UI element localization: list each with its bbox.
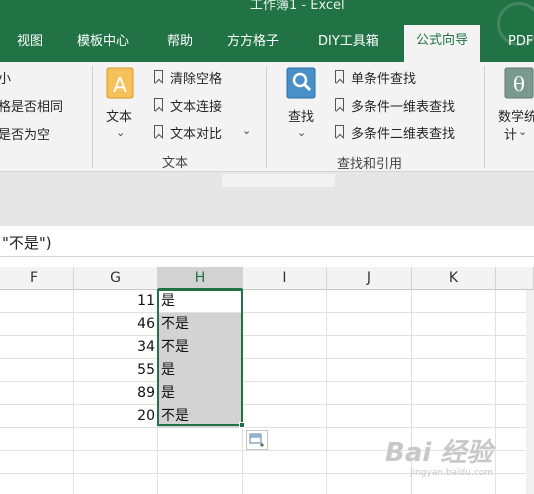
chevron-down-icon: ⌄ — [242, 124, 252, 137]
cell-g2[interactable]: 46 — [74, 313, 157, 336]
tab-view[interactable]: 视图 — [17, 33, 43, 53]
cell-h3[interactable]: 不是 — [158, 336, 242, 359]
lookup-group-label: 查找和引用 — [337, 157, 403, 172]
watermark-logo: Bai 经验 — [385, 438, 493, 468]
column-header-l[interactable] — [496, 267, 534, 290]
title-bar: 工作簿1 - Excel 视图 模板中心 帮助 方方格子 DIY工具箱 公式向导… — [0, 0, 534, 62]
text-group-label: 文本 — [162, 156, 189, 171]
theta-icon: θ — [504, 67, 534, 99]
chevron-down-icon: ⌄ — [297, 126, 307, 139]
tab-template-center[interactable]: 模板中心 — [77, 33, 129, 53]
chevron-down-icon: ⌄ — [116, 126, 126, 139]
quick-analysis-button[interactable] — [246, 430, 268, 450]
svg-text:A: A — [113, 73, 127, 97]
ribbon: 小 格是否相同 是否为空 A 文本 ⌄ 清除空格 文本连接 文本对比 ⌄ 文本 … — [0, 62, 534, 172]
bookmark-icon — [154, 98, 163, 111]
search-icon — [286, 67, 316, 99]
formula-bar-text: "不是") — [2, 234, 52, 252]
formula-bar[interactable]: "不是") — [0, 226, 534, 257]
multi-1d-lookup-label: 多条件一维表查找 — [351, 100, 456, 115]
bookmark-icon — [335, 70, 344, 83]
column-line — [495, 290, 496, 494]
ribbon-separator — [92, 66, 93, 168]
bookmark-icon — [154, 70, 163, 83]
bookmark-icon — [154, 125, 163, 138]
cell-h1[interactable]: 是 — [158, 290, 242, 313]
cell-g1[interactable]: 11 — [74, 290, 157, 313]
vertical-scrollbar[interactable] — [526, 290, 534, 494]
excel-window: { "window_title": "工作簿1 - Excel", "tabs"… — [0, 0, 534, 494]
clear-spaces-label: 清除空格 — [170, 72, 223, 87]
ribbon-placeholder-box — [222, 174, 335, 187]
cell-h2[interactable]: 不是 — [158, 313, 242, 336]
watermark-url: jingyan.baidu.com — [410, 468, 494, 478]
quick-analysis-icon — [249, 433, 264, 447]
window-title: 工作簿1 - Excel — [250, 0, 345, 13]
cell-g3[interactable]: 34 — [74, 336, 157, 359]
ribbon-separator — [484, 66, 485, 168]
column-line — [242, 290, 243, 494]
bookmark-icon — [335, 125, 344, 138]
single-lookup-label: 单条件查找 — [351, 72, 417, 87]
svg-text:θ: θ — [513, 72, 525, 96]
column-header-f[interactable]: F — [0, 267, 74, 290]
column-header-k[interactable]: K — [412, 267, 496, 290]
tab-diy-toolbox[interactable]: DIY工具箱 — [318, 33, 379, 53]
bookmark-icon — [335, 98, 344, 111]
cell-h5[interactable]: 是 — [158, 382, 242, 405]
cell-h4[interactable]: 是 — [158, 359, 242, 382]
math-big-button-label-2: 计 — [504, 128, 518, 143]
ribbon-item-partial-2[interactable]: 格是否相同 — [0, 96, 63, 115]
ribbon-item-partial-1[interactable]: 小 — [0, 68, 11, 87]
column-line — [326, 290, 327, 494]
tab-pdf[interactable]: PDF — [508, 33, 533, 53]
cell-g6[interactable]: 20 — [74, 405, 157, 428]
cell-g5[interactable]: 89 — [74, 382, 157, 405]
cell-h6[interactable]: 不是 — [158, 405, 242, 428]
math-big-button-label: 数学统 — [498, 110, 534, 125]
tab-fangfang-gezi[interactable]: 方方格子 — [227, 33, 279, 53]
fill-handle[interactable] — [239, 422, 245, 428]
lookup-big-button-label: 查找 — [288, 110, 315, 125]
multi-2d-lookup-label: 多条件二维表查找 — [351, 127, 456, 142]
cell-g4[interactable]: 55 — [74, 359, 157, 382]
text-join-label: 文本连接 — [170, 100, 223, 115]
column-header-i[interactable]: I — [243, 267, 327, 290]
text-compare-label: 文本对比 — [170, 127, 223, 142]
ribbon-separator — [266, 66, 267, 168]
ribbon-item-partial-3[interactable]: 是否为空 — [0, 124, 50, 143]
column-header-g[interactable]: G — [74, 267, 158, 290]
chevron-down-icon: ⌄ — [518, 125, 528, 138]
tab-formula-wizard[interactable]: 公式向导 — [404, 25, 481, 62]
column-header-j[interactable]: J — [327, 267, 412, 290]
column-header-h[interactable]: H — [158, 267, 243, 290]
text-big-button-label: 文本 — [106, 110, 133, 125]
tab-help[interactable]: 帮助 — [167, 33, 193, 53]
text-a-icon: A — [106, 67, 134, 99]
